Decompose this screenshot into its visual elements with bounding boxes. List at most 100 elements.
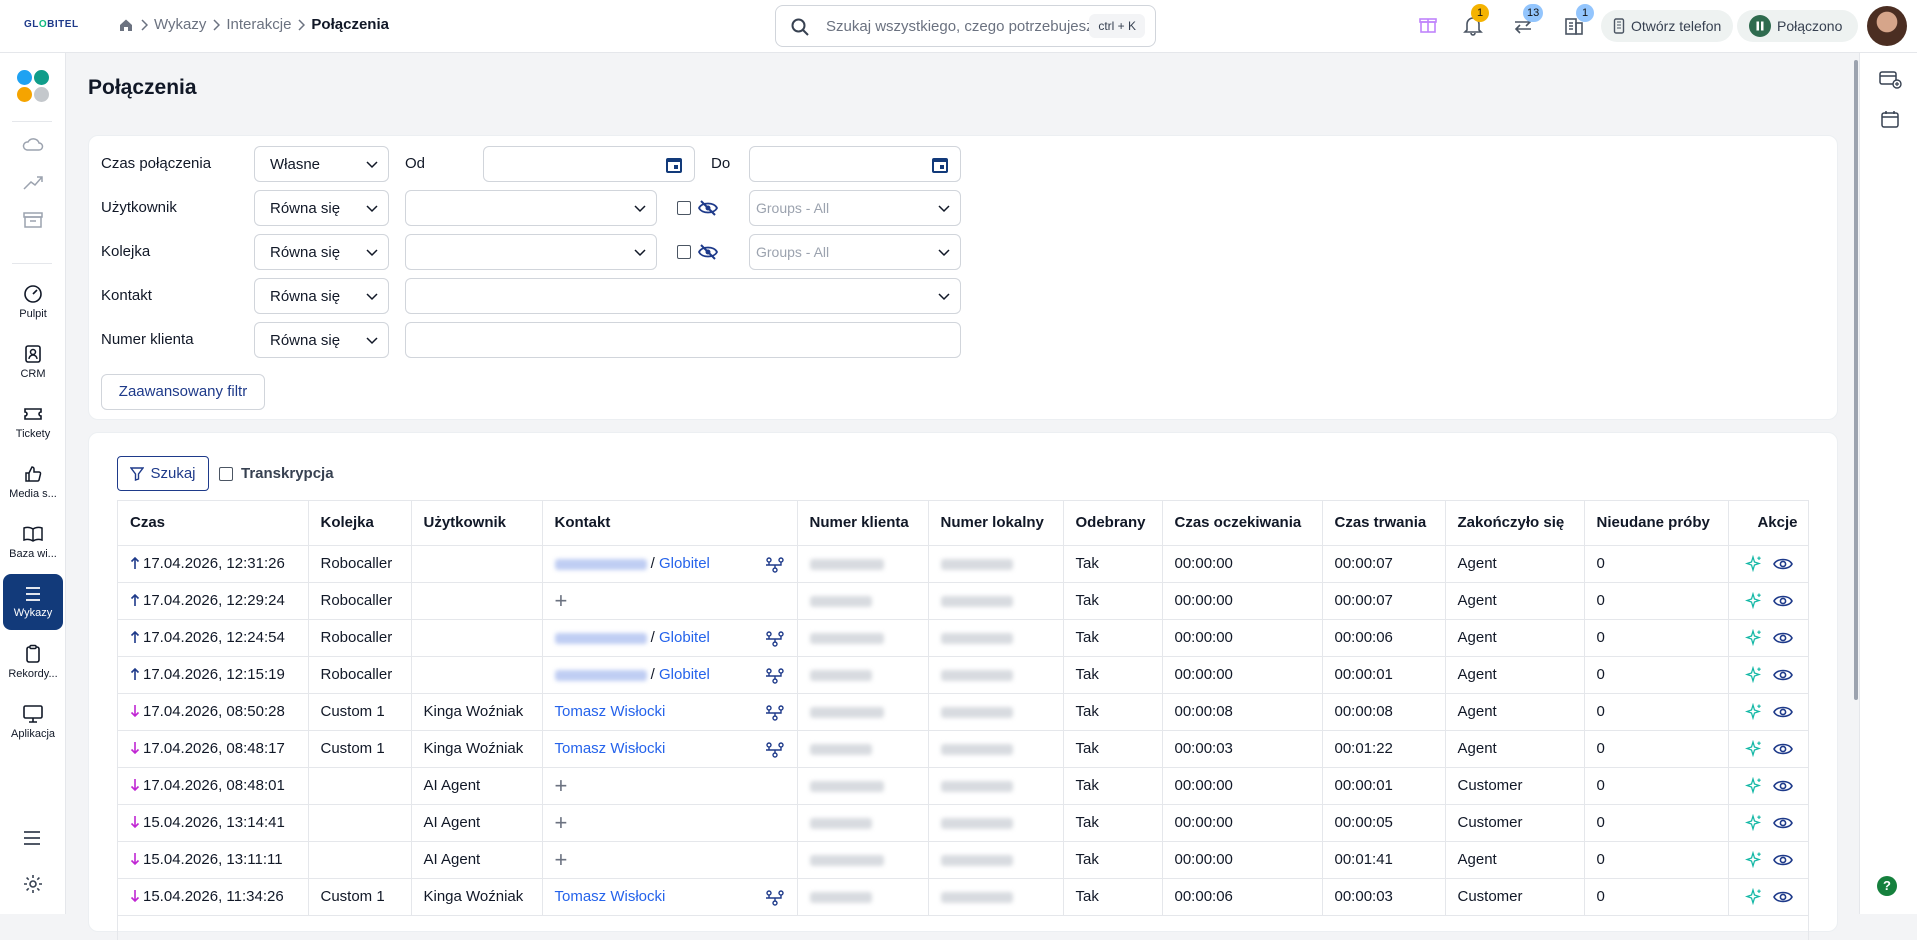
contact-link[interactable]: Tomasz Wisłocki	[555, 703, 666, 720]
help-button[interactable]: ?	[1877, 876, 1897, 896]
advanced-filter-button[interactable]: Zaawansowany filtr	[101, 374, 265, 410]
column-header[interactable]: Użytkownik	[411, 501, 543, 546]
table-row[interactable]: 17.04.2026, 08:48:01 AI Agent + Tak 00:00:00…	[118, 767, 1808, 805]
calendar-icon[interactable]	[930, 155, 950, 175]
ai-sparkle-icon[interactable]	[1745, 702, 1763, 721]
company-link[interactable]: Globitel	[659, 666, 710, 683]
user-avatar[interactable]	[1867, 6, 1907, 46]
table-row[interactable]: 17.04.2026, 12:24:54 Robocaller / Globite…	[118, 619, 1808, 657]
contact-link[interactable]: Tomasz Wisłocki	[555, 740, 666, 757]
sidebar-item-tickets[interactable]: Tickety	[3, 394, 63, 450]
sidebar-item-dashboard[interactable]: Pulpit	[3, 274, 63, 330]
breadcrumb-item-interactions[interactable]: Interakcje	[226, 16, 291, 33]
column-header[interactable]: Kolejka	[308, 501, 412, 546]
client-number-operator-select[interactable]: Równa się	[254, 322, 389, 358]
ai-sparkle-icon[interactable]	[1745, 739, 1763, 758]
table-row[interactable]: 17.04.2026, 08:50:28 Custom 1 Kinga Woźnia…	[118, 693, 1808, 731]
user-include-hidden-checkbox[interactable]	[677, 201, 691, 215]
add-contact-icon[interactable]: +	[555, 810, 568, 835]
table-row[interactable]: 17.04.2026, 12:15:19 Robocaller / Globite…	[118, 656, 1808, 694]
date-to-input[interactable]	[749, 146, 961, 182]
ai-sparkle-icon[interactable]	[1745, 776, 1763, 795]
table-row[interactable]: 17.04.2026, 12:31:26 Robocaller / Globite…	[118, 545, 1808, 583]
ai-sparkle-icon[interactable]	[1745, 628, 1763, 647]
view-eye-icon[interactable]	[1773, 815, 1793, 831]
ai-sparkle-icon[interactable]	[1745, 887, 1763, 906]
menu-icon[interactable]	[22, 830, 42, 846]
user-value-select[interactable]	[405, 190, 657, 226]
call-flow-icon[interactable]	[765, 630, 785, 647]
queue-value-select[interactable]	[405, 234, 657, 270]
column-header[interactable]: Akcje	[1728, 501, 1808, 546]
call-flow-icon[interactable]	[765, 889, 785, 906]
archive-icon[interactable]	[22, 211, 44, 229]
call-flow-icon[interactable]	[765, 556, 785, 573]
view-eye-icon[interactable]	[1773, 704, 1793, 720]
calendar-icon[interactable]	[664, 155, 684, 175]
queue-groups-select[interactable]: Groups - All	[749, 234, 961, 270]
add-card-icon[interactable]	[1878, 69, 1902, 89]
breadcrumb-item-lists[interactable]: Wykazy	[154, 16, 206, 33]
ai-sparkle-icon[interactable]	[1745, 591, 1763, 610]
column-header[interactable]: Czas trwania	[1322, 501, 1446, 546]
transcription-checkbox[interactable]	[219, 466, 233, 481]
view-eye-icon[interactable]	[1773, 630, 1793, 646]
queue-include-hidden-checkbox[interactable]	[677, 245, 691, 259]
call-flow-icon[interactable]	[765, 741, 785, 758]
table-row[interactable]: 15.04.2026, 11:34:26 Custom 1 Kinga Woźnia…	[118, 878, 1808, 916]
sidebar-item-crm[interactable]: CRM	[3, 334, 63, 390]
call-time-select[interactable]: Własne	[254, 146, 389, 182]
view-eye-icon[interactable]	[1773, 593, 1793, 609]
column-header[interactable]: Zakończyło się	[1445, 501, 1585, 546]
company-link[interactable]: Globitel	[659, 555, 710, 572]
eye-off-icon[interactable]	[698, 243, 718, 261]
column-header[interactable]: Kontakt	[542, 501, 798, 546]
column-header[interactable]: Czas oczekiwania	[1162, 501, 1323, 546]
cloud-icon[interactable]	[22, 136, 44, 154]
view-eye-icon[interactable]	[1773, 889, 1793, 905]
date-from-input[interactable]	[483, 146, 695, 182]
gift-icon[interactable]	[1418, 14, 1438, 34]
view-eye-icon[interactable]	[1773, 556, 1793, 572]
client-number-input[interactable]	[405, 322, 961, 358]
user-groups-select[interactable]: Groups - All	[749, 190, 961, 226]
add-contact-icon[interactable]: +	[555, 847, 568, 872]
user-operator-select[interactable]: Równa się	[254, 190, 389, 226]
table-row[interactable]: 15.04.2026, 13:14:41 AI Agent + Tak 00:00:00…	[118, 804, 1808, 842]
contact-operator-select[interactable]: Równa się	[254, 278, 389, 314]
column-header[interactable]: Odebrany	[1063, 501, 1163, 546]
sidebar-item-records[interactable]: Rekordy...	[3, 634, 63, 690]
ai-sparkle-icon[interactable]	[1745, 665, 1763, 684]
column-header[interactable]: Czas	[118, 501, 309, 546]
app-logo[interactable]: GLOBITEL	[24, 19, 79, 30]
call-flow-icon[interactable]	[765, 667, 785, 684]
call-flow-icon[interactable]	[765, 704, 785, 721]
company-link[interactable]: Globitel	[659, 629, 710, 646]
open-phone-button[interactable]: Otwórz telefon	[1601, 10, 1734, 42]
view-eye-icon[interactable]	[1773, 741, 1793, 757]
view-eye-icon[interactable]	[1773, 852, 1793, 868]
home-icon[interactable]	[118, 17, 134, 33]
search-button[interactable]: Szukaj	[117, 456, 209, 491]
table-row[interactable]: 15.04.2026, 13:11:11 AI Agent + Tak 00:00:00…	[118, 841, 1808, 879]
ai-sparkle-icon[interactable]	[1745, 813, 1763, 832]
table-row[interactable]: 17.04.2026, 08:48:17 Custom 1 Kinga Woźnia…	[118, 730, 1808, 768]
sidebar-item-social-media[interactable]: Media s...	[3, 454, 63, 510]
sidebar-item-knowledge-base[interactable]: Baza wi...	[3, 514, 63, 570]
contact-value-select[interactable]	[405, 278, 961, 314]
ai-sparkle-icon[interactable]	[1745, 554, 1763, 573]
column-header[interactable]: Numer lokalny	[928, 501, 1064, 546]
connection-status-button[interactable]: Połączono	[1737, 10, 1859, 42]
eye-off-icon[interactable]	[698, 199, 718, 217]
column-header[interactable]: Numer klienta	[797, 501, 929, 546]
contact-link[interactable]: Tomasz Wisłocki	[555, 888, 666, 905]
column-header[interactable]: Nieudane próby	[1584, 501, 1729, 546]
sidebar-item-lists[interactable]: Wykazy	[3, 574, 63, 630]
add-contact-icon[interactable]: +	[555, 773, 568, 798]
sidebar-item-application[interactable]: Aplikacja	[3, 694, 63, 750]
transcription-toggle[interactable]: Transkrypcja	[219, 465, 334, 482]
trend-icon[interactable]	[22, 175, 44, 191]
global-search-input[interactable]: Szukaj wszystkiego, czego potrzebujesz c…	[775, 5, 1156, 47]
calendar-icon[interactable]	[1880, 109, 1900, 129]
ai-sparkle-icon[interactable]	[1745, 850, 1763, 869]
